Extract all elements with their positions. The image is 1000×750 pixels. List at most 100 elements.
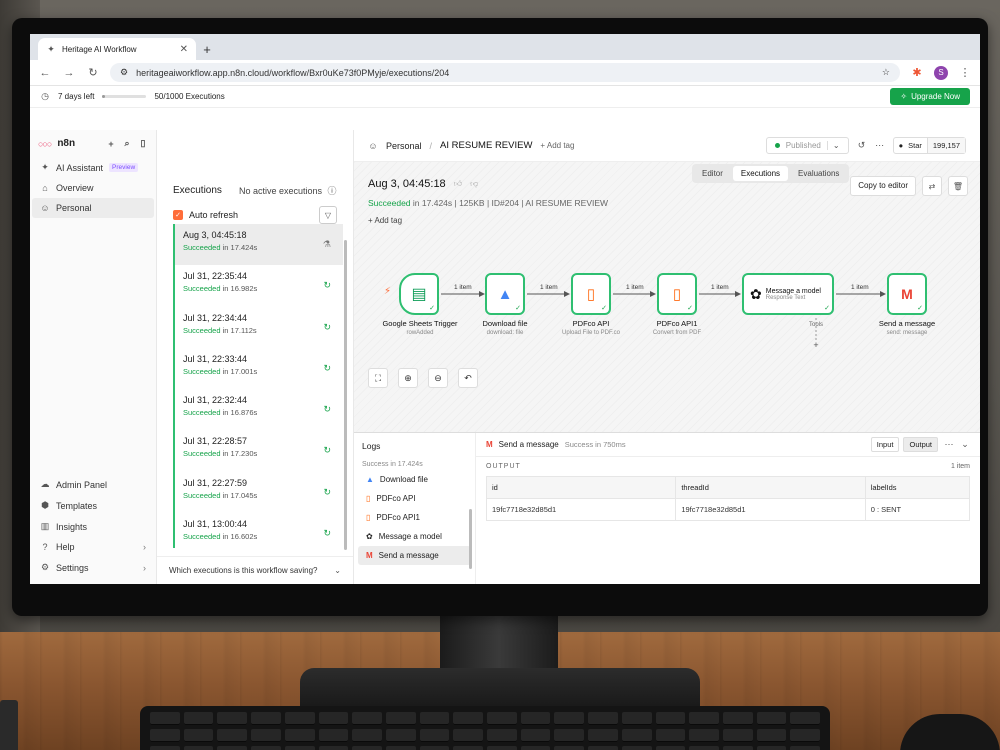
retry-icon[interactable]: ↻ <box>323 528 331 539</box>
workflow-name[interactable]: AI RESUME REVIEW <box>440 140 532 151</box>
filter-button[interactable]: ▽ <box>319 206 337 224</box>
tab-executions[interactable]: Executions <box>732 166 789 181</box>
logs-scrollbar[interactable] <box>469 509 472 569</box>
log-item-pdfco-api1[interactable]: ▯ PDFco API1 <box>358 508 471 527</box>
forward-icon[interactable]: → <box>62 67 76 79</box>
new-tab-button[interactable]: + <box>196 38 218 60</box>
add-tool-icon[interactable]: + <box>766 340 866 350</box>
retry-icon[interactable]: ↻ <box>323 445 331 456</box>
browser-menu-icon[interactable]: ⋮ <box>958 66 972 79</box>
node-google-sheets-trigger[interactable]: ▤ ✓ <box>399 273 439 315</box>
retry-icon[interactable]: ↻ <box>323 322 331 333</box>
plus-icon[interactable]: + <box>106 139 116 149</box>
edge-label: 1 item <box>454 284 472 291</box>
column-header[interactable]: id <box>485 476 677 499</box>
tab-evaluations[interactable]: Evaluations <box>790 166 847 181</box>
auto-refresh-label: Auto refresh <box>189 210 239 220</box>
column-header[interactable]: labelIds <box>864 476 971 499</box>
execution-list-item[interactable]: Jul 31, 22:32:44 Succeeded in 16.876s ↻ <box>173 389 343 431</box>
github-star-button[interactable]: ● Star 199,157 <box>892 137 966 154</box>
input-tab[interactable]: Input <box>870 437 900 452</box>
sidebar-item-settings[interactable]: ⚙ Settings › <box>32 557 154 578</box>
executions-scrollbar[interactable] <box>344 240 347 550</box>
view-tabs: Editor Executions Evaluations <box>692 164 850 183</box>
execution-list-item[interactable]: Aug 3, 04:45:18 Succeeded in 17.424s ⚗ <box>173 224 343 266</box>
close-icon[interactable]: ✕ <box>180 44 188 55</box>
retry-icon[interactable]: ↻ <box>323 363 331 374</box>
url-input[interactable]: ⚙ heritageaiworkflow.app.n8n.cloud/workf… <box>110 63 900 82</box>
sidebar-item-insights[interactable]: ▥ Insights <box>32 516 154 537</box>
execution-list-item[interactable]: Jul 31, 13:00:44 Succeeded in 16.602s ↻ <box>173 513 343 548</box>
execution-item-status: Succeeded in 16.602s <box>183 532 335 541</box>
breadcrumb-root[interactable]: Personal <box>386 141 422 151</box>
node-pdfco-api1[interactable]: ▯ ✓ <box>657 273 697 315</box>
extension-icon[interactable]: ✱ <box>910 66 924 79</box>
sidebar-item-admin-panel[interactable]: ☁ Admin Panel <box>32 474 154 495</box>
published-toggle[interactable]: Published ⌄ <box>765 137 849 154</box>
trial-progress-fill <box>102 95 105 98</box>
upgrade-button[interactable]: ✧ Upgrade Now <box>890 88 970 105</box>
more-icon[interactable]: ⋯ <box>944 439 954 450</box>
execution-list-item[interactable]: Jul 31, 22:35:44 Succeeded in 16.982s ↻ <box>173 265 343 307</box>
executions-footer[interactable]: Which executions is this workflow saving… <box>157 556 353 584</box>
log-detail-node-name: Send a message <box>498 440 559 449</box>
sidebar-item-label: Personal <box>56 203 92 213</box>
execution-item-date: Jul 31, 22:34:44 <box>183 312 248 323</box>
sidebar-item-templates[interactable]: ⬢ Templates <box>32 495 154 516</box>
bookmark-star-icon[interactable]: ☆ <box>882 67 890 78</box>
site-info-icon[interactable]: ⚙ <box>120 67 128 78</box>
gmail-icon: M <box>901 286 913 302</box>
check-icon: ✓ <box>601 305 607 312</box>
node-download-file[interactable]: ▲ ✓ <box>485 273 525 315</box>
info-icon[interactable]: ⓘ <box>327 184 337 197</box>
back-icon[interactable]: ← <box>38 67 52 79</box>
profile-avatar[interactable]: S <box>934 65 948 80</box>
auto-refresh-checkbox[interactable]: ✓ <box>173 210 183 220</box>
tab-editor[interactable]: Editor <box>694 166 731 181</box>
history-icon[interactable]: ↺ <box>857 140 867 151</box>
column-header[interactable]: threadId <box>675 476 866 499</box>
log-item-download-file[interactable]: ▲ Download file <box>358 470 471 489</box>
node-message-a-model[interactable]: ✿ Message a model Response Text ✓ <box>742 273 834 315</box>
sidebar-item-overview[interactable]: ⌂ Overview <box>32 178 154 198</box>
check-icon: ✓ <box>515 305 521 312</box>
sidebar-item-ai-assistant[interactable]: ✦ AI Assistant Preview <box>32 157 154 178</box>
chevron-down-icon[interactable]: ⌄ <box>960 439 970 450</box>
pdfco-icon: ▯ <box>366 494 371 503</box>
browser-tab[interactable]: ✦ Heritage AI Workflow ✕ <box>38 38 196 60</box>
breadcrumb-separator: / <box>429 140 433 151</box>
retry-icon[interactable]: ↻ <box>323 404 331 415</box>
gear-icon: ⚙ <box>40 562 50 572</box>
undo-icon[interactable]: ↶ <box>458 368 478 388</box>
trial-executions: 50/1000 Executions <box>154 92 225 101</box>
zoom-in-icon[interactable]: ⊕ <box>398 368 418 388</box>
flask-icon[interactable]: ⚗ <box>323 239 331 250</box>
node-pdfco-api[interactable]: ▯ ✓ <box>571 273 611 315</box>
add-tag-link[interactable]: + Add tag <box>540 141 574 150</box>
sparkle-icon: ✦ <box>41 162 49 172</box>
collapse-sidebar-icon[interactable]: ▯ <box>138 138 148 149</box>
execution-list-item[interactable]: Jul 31, 22:33:44 Succeeded in 17.001s ↻ <box>173 347 343 390</box>
sidebar-item-help[interactable]: ? Help › <box>32 537 154 557</box>
more-icon[interactable]: ⋯ <box>875 140 885 151</box>
search-icon[interactable]: ⌕ <box>122 138 132 149</box>
log-item-pdfco-api[interactable]: ▯ PDFco API <box>358 489 471 508</box>
workflow-canvas[interactable]: Aug 3, 04:45:18 👍︎ 👎︎ Succeeded in 17.42… <box>354 162 980 432</box>
reload-icon[interactable]: ↻ <box>86 66 100 79</box>
zoom-out-icon[interactable]: ⊖ <box>428 368 448 388</box>
node-send-a-message[interactable]: M ✓ <box>887 273 927 315</box>
keyboard <box>140 706 830 750</box>
sidebar-item-personal[interactable]: ☺ Personal <box>32 198 154 218</box>
execution-list-item[interactable]: Jul 31, 22:27:59 Succeeded in 17.045s ↻ <box>173 471 343 514</box>
execution-list-item[interactable]: Jul 31, 22:34:44 Succeeded in 17.112s ↻ <box>173 306 343 348</box>
retry-icon[interactable]: ↻ <box>323 487 331 498</box>
execution-list-item[interactable]: Jul 31, 22:28:57 Succeeded in 17.230s ↻ <box>173 430 343 472</box>
chevron-down-icon[interactable]: ⌄ <box>826 141 840 150</box>
fit-view-icon[interactable]: ⛶ <box>368 368 388 388</box>
log-detail: M Send a message Success in 750ms Input … <box>476 433 980 584</box>
log-item-message-a-model[interactable]: ✿ Message a model <box>358 527 471 546</box>
output-tab[interactable]: Output <box>903 437 938 452</box>
retry-icon[interactable]: ↻ <box>323 280 331 291</box>
logs-title: Logs <box>362 441 381 451</box>
log-item-send-a-message[interactable]: M Send a message <box>358 546 471 565</box>
